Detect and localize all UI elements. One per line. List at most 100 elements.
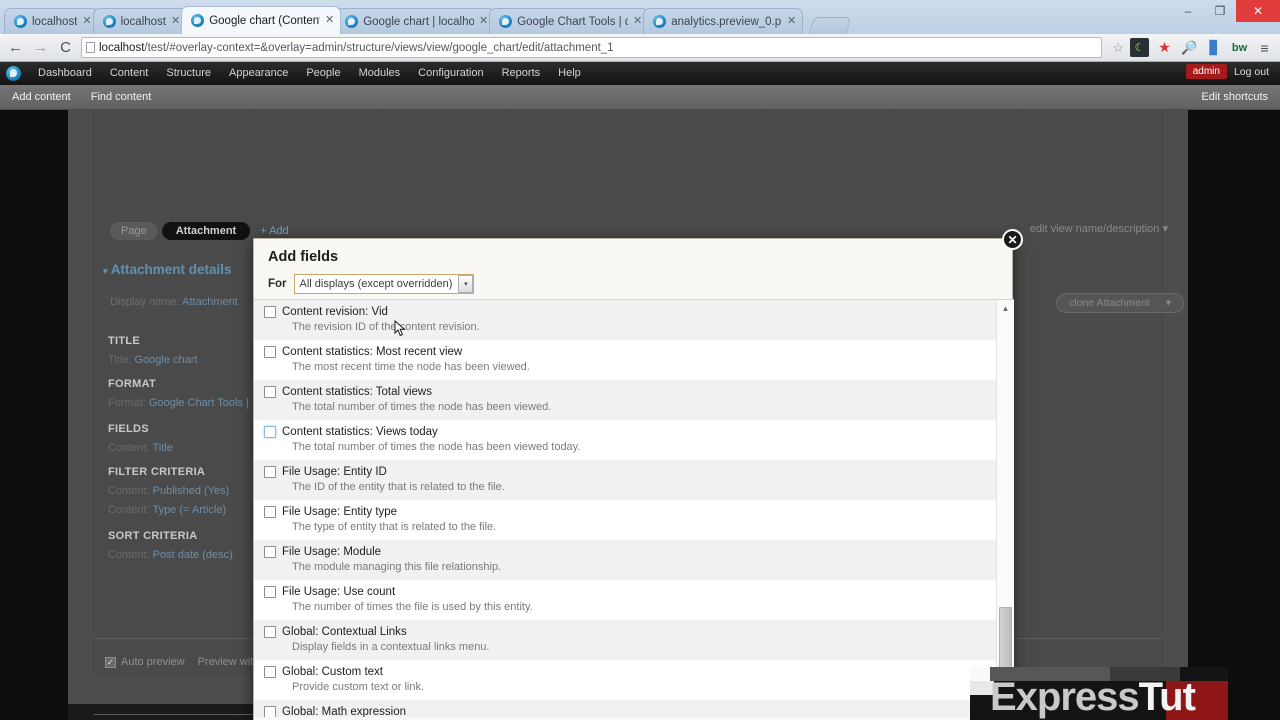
- evernote-extension-icon[interactable]: ☾: [1130, 38, 1149, 57]
- field-checkbox[interactable]: [264, 386, 276, 398]
- admin-menu-item-content[interactable]: Content: [101, 62, 158, 85]
- field-checkbox[interactable]: [264, 626, 276, 638]
- url-path: /test/#overlay-context=&overlay=admin/st…: [144, 41, 614, 54]
- section-line[interactable]: Content: Type (= Article): [108, 504, 229, 516]
- favorites-extension-icon[interactable]: ★: [1155, 38, 1174, 57]
- admin-menu-item-configuration[interactable]: Configuration: [409, 62, 492, 85]
- browser-tab[interactable]: Google chart | localhost ✕: [335, 8, 496, 34]
- admin-menu-item-dashboard[interactable]: Dashboard: [29, 62, 101, 85]
- section-line[interactable]: Content: Title: [108, 442, 173, 454]
- left-gutter: [0, 110, 68, 720]
- field-row[interactable]: Content statistics: Views today The tota…: [254, 420, 996, 460]
- back-icon[interactable]: ←: [6, 39, 25, 56]
- field-checkbox[interactable]: [264, 306, 276, 318]
- section-line[interactable]: Format: Google Chart Tools |: [108, 397, 249, 409]
- reload-icon[interactable]: C: [56, 39, 75, 56]
- browser-tab[interactable]: Google Chart Tools | drup ✕: [489, 8, 650, 34]
- browser-tab[interactable]: localhost ✕: [4, 8, 99, 34]
- bitwarden-extension-icon[interactable]: bw: [1230, 38, 1249, 57]
- close-icon[interactable]: ✕: [787, 16, 796, 27]
- field-checkbox[interactable]: [264, 586, 276, 598]
- close-icon[interactable]: ✕: [633, 16, 642, 27]
- edit-view-name-link[interactable]: edit view name/description ▾: [1030, 222, 1168, 235]
- for-display-select[interactable]: All displays (except overridden) ▾: [293, 274, 475, 294]
- close-window-button[interactable]: ✕: [1236, 0, 1280, 22]
- admin-menu-item-reports[interactable]: Reports: [493, 62, 550, 85]
- browser-tab-active[interactable]: Google chart (Content) | l ✕: [181, 6, 342, 34]
- drupal-favicon-icon: [102, 15, 116, 28]
- close-icon[interactable]: ✕: [325, 15, 334, 26]
- display-tab-page[interactable]: Page: [110, 222, 158, 240]
- admin-menu-item-appearance[interactable]: Appearance: [220, 62, 297, 85]
- shortcut-add-content[interactable]: Add content: [12, 91, 71, 103]
- field-row[interactable]: File Usage: Entity type The type of enti…: [254, 500, 996, 540]
- drupal-logo-icon[interactable]: [6, 66, 21, 81]
- chevron-down-icon: ▾: [103, 266, 108, 276]
- user-badge[interactable]: admin: [1185, 64, 1227, 79]
- edit-shortcuts-link[interactable]: Edit shortcuts: [1201, 91, 1268, 103]
- chevron-down-icon[interactable]: ▾: [458, 275, 474, 293]
- drupal-favicon-icon: [499, 15, 513, 28]
- field-row[interactable]: Content statistics: Most recent view The…: [254, 340, 996, 380]
- browser-tab[interactable]: localhost ✕: [92, 8, 188, 34]
- tab-label: localhost: [32, 15, 78, 28]
- field-row[interactable]: Global: Math expression Evaluates a math…: [254, 700, 996, 718]
- browser-tab[interactable]: analytics.preview_0.png ( ✕: [643, 8, 804, 34]
- star-outline-icon[interactable]: ☆: [1112, 40, 1124, 56]
- admin-menu-item-structure[interactable]: Structure: [157, 62, 220, 85]
- display-tab-attachment[interactable]: Attachment: [161, 222, 251, 240]
- forward-icon[interactable]: →: [31, 39, 50, 56]
- section-line[interactable]: Title: Google chart: [108, 354, 197, 366]
- shortcut-find-content[interactable]: Find content: [91, 91, 152, 103]
- scroll-up-icon[interactable]: ▲: [997, 300, 1014, 317]
- field-row[interactable]: Global: Custom text Provide custom text …: [254, 660, 996, 700]
- tab-label: Google chart | localhost: [363, 15, 474, 28]
- chrome-menu-icon[interactable]: ≡: [1255, 38, 1274, 57]
- display-name-row: Display name: Attachment: [110, 296, 238, 308]
- field-description: Provide custom text or link.: [292, 681, 425, 693]
- section-line[interactable]: Content: Post date (desc): [108, 549, 233, 561]
- field-checkbox[interactable]: [264, 466, 276, 478]
- section-line[interactable]: Content: Published (Yes): [108, 485, 229, 497]
- section-label: FIELDS: [108, 423, 149, 435]
- section-line-key: Content:: [108, 442, 150, 454]
- admin-menu-item-people[interactable]: People: [297, 62, 349, 85]
- close-icon[interactable]: ✕: [479, 16, 488, 27]
- field-row[interactable]: Global: Contextual Links Display fields …: [254, 620, 996, 660]
- fields-list-scrollbar[interactable]: ▲ ▼: [996, 300, 1014, 718]
- clone-attachment-button[interactable]: clone Attachment ▾: [1056, 293, 1184, 313]
- field-row[interactable]: File Usage: Module The module managing t…: [254, 540, 996, 580]
- auto-preview-checkbox[interactable]: ✓: [105, 656, 116, 668]
- field-checkbox[interactable]: [264, 426, 276, 438]
- admin-menu-item-help[interactable]: Help: [549, 62, 590, 85]
- logout-link[interactable]: Log out: [1227, 66, 1276, 78]
- field-label: Global: Contextual Links: [282, 626, 407, 638]
- field-checkbox[interactable]: [264, 506, 276, 518]
- url-input[interactable]: localhost/test/#overlay-context=&overlay…: [81, 37, 1103, 58]
- field-description: The most recent time the node has been v…: [292, 361, 530, 373]
- field-row[interactable]: File Usage: Entity ID The ID of the enti…: [254, 460, 996, 500]
- close-icon[interactable]: ✕: [82, 16, 91, 27]
- page-info-icon[interactable]: [86, 42, 95, 53]
- close-icon[interactable]: ✕: [1002, 229, 1023, 250]
- chevron-down-icon[interactable]: ▾: [1162, 223, 1168, 235]
- field-label: File Usage: Use count: [282, 586, 396, 598]
- field-row[interactable]: File Usage: Use count The number of time…: [254, 580, 996, 620]
- analytics-extension-icon[interactable]: ▊: [1205, 38, 1224, 57]
- field-checkbox[interactable]: [264, 346, 276, 358]
- maximize-button[interactable]: ❐: [1204, 0, 1236, 22]
- search-extension-icon[interactable]: 🔎: [1180, 38, 1199, 57]
- close-icon[interactable]: ✕: [171, 16, 180, 27]
- minimize-button[interactable]: –: [1172, 0, 1204, 22]
- field-row[interactable]: Content statistics: Total views The tota…: [254, 380, 996, 420]
- field-checkbox[interactable]: [264, 546, 276, 558]
- display-name-value[interactable]: Attachment: [182, 296, 238, 308]
- section-line-value: Google chart: [134, 354, 198, 366]
- attachment-details-heading[interactable]: ▾ Attachment details: [103, 262, 232, 277]
- field-row[interactable]: Content revision: Vid The revision ID of…: [254, 300, 996, 340]
- add-display-button[interactable]: + Add: [260, 225, 288, 237]
- field-checkbox[interactable]: [264, 666, 276, 678]
- admin-menu-item-modules[interactable]: Modules: [350, 62, 410, 85]
- new-tab-button[interactable]: [808, 17, 852, 34]
- url-text: localhost/test/#overlay-context=&overlay…: [99, 42, 614, 54]
